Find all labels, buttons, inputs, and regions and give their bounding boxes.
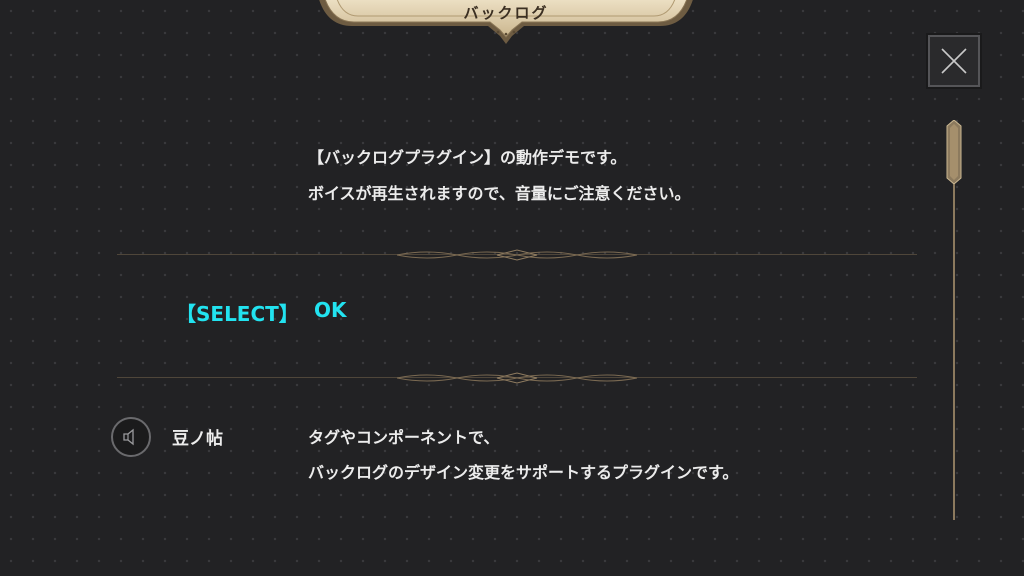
log-entry-3-line-2: バックログのデザイン変更をサポートするプラグインです。 — [308, 463, 739, 482]
close-icon — [941, 48, 967, 74]
divider-ornament — [397, 249, 637, 261]
speaker-name: 豆ノ帖 — [172, 429, 223, 449]
scrollbar-thumb[interactable] — [946, 119, 962, 185]
backlog-title-plate: バックログ — [318, 0, 694, 52]
divider-ornament — [397, 372, 637, 384]
log-entry-1-line-2: ボイスが再生されますので、音量にご注意ください。 — [308, 184, 691, 203]
select-value: OK — [314, 298, 347, 322]
log-entry-1-line-1: 【バックログプラグイン】の動作デモです。 — [308, 148, 627, 167]
log-entry-3-line-1: タグやコンポーネントで、 — [308, 428, 500, 447]
voice-replay-button[interactable] — [111, 417, 151, 457]
log-divider — [117, 245, 917, 265]
backlog-title: バックログ — [463, 4, 549, 22]
close-button[interactable] — [926, 33, 982, 89]
speaker-icon — [123, 428, 134, 446]
scrollbar-thumb-shape — [946, 119, 962, 185]
scrollbar-track[interactable] — [953, 125, 955, 520]
select-label: 【SELECT】 — [176, 302, 299, 326]
log-divider — [117, 368, 917, 388]
